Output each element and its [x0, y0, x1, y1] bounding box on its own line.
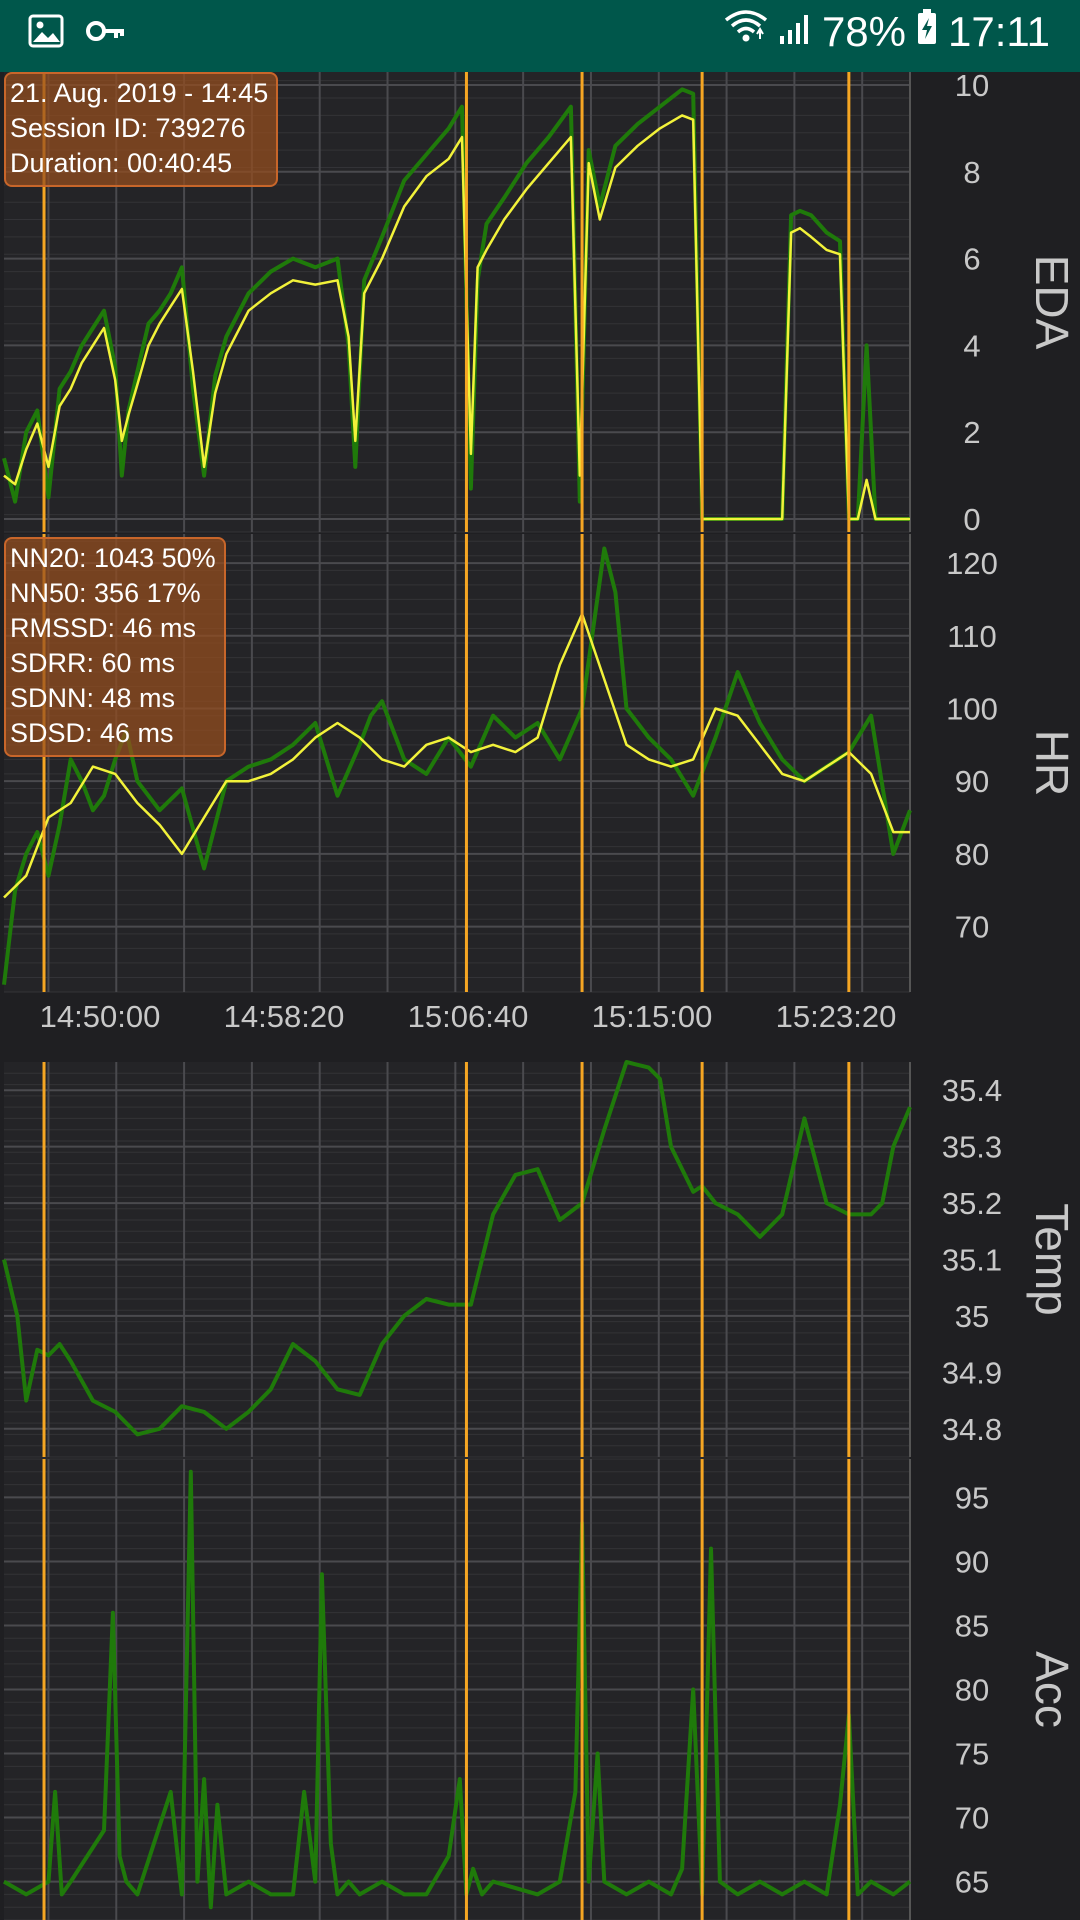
wifi-icon — [724, 8, 768, 56]
tick-label: 34.8 — [942, 1412, 1002, 1447]
clock: 17:11 — [948, 8, 1050, 55]
session-id: Session ID: 739276 — [10, 113, 246, 143]
tick-label: 80 — [955, 837, 989, 872]
tick-label: 8 — [963, 155, 980, 190]
tick-label: 35.1 — [942, 1243, 1002, 1278]
tick-label: 35.4 — [942, 1073, 1002, 1108]
tick-label: 35.2 — [942, 1186, 1002, 1221]
axis-title-acc: Acc — [1026, 1651, 1078, 1728]
tick-label: 90 — [955, 1544, 989, 1579]
session-charts: 0 2 4 6 8 10 EDA 70 80 90 100 110 120 HR 34.8 34.9 35 35.… — [0, 72, 1080, 1920]
tick-label: 6 — [963, 242, 980, 277]
tick-label: 34.9 — [942, 1355, 1002, 1390]
stat-rmssd: RMSSD: 46 ms — [10, 613, 197, 643]
stat-nn20: NN20: 1043 50% — [10, 543, 216, 573]
tick-label: 70 — [955, 910, 989, 945]
tick-label: 70 — [955, 1801, 989, 1836]
time-axis-label: 15:23:20 — [776, 999, 897, 1034]
axis-title-eda: EDA — [1026, 255, 1078, 350]
tick-label: 95 — [955, 1480, 989, 1515]
hrv-stats-box: NN20: 1043 50% NN50: 356 17% RMSSD: 46 m… — [4, 537, 226, 757]
battery-percent: 78% — [821, 8, 906, 55]
tick-label: 35.3 — [942, 1130, 1002, 1165]
image-icon — [28, 14, 64, 53]
stat-sdnn: SDNN: 48 ms — [10, 683, 176, 713]
time-axis-label: 15:15:00 — [592, 999, 713, 1034]
tick-label: 2 — [963, 415, 980, 450]
tick-label: 80 — [955, 1673, 989, 1708]
tick-label: 35 — [955, 1299, 989, 1334]
battery-charging-icon — [916, 8, 938, 56]
status-bar: 78% 17:11 — [0, 0, 1080, 72]
status-left-icons — [28, 14, 126, 53]
stat-nn50: NN50: 356 17% — [10, 578, 201, 608]
time-axis-label: 14:50:00 — [40, 999, 161, 1034]
tick-label: 90 — [955, 764, 989, 799]
tick-label: 100 — [946, 691, 998, 726]
tick-label: 4 — [963, 328, 980, 363]
session-duration: Duration: 00:40:45 — [10, 148, 233, 178]
time-axis-label: 15:06:40 — [408, 999, 529, 1034]
tick-label: 110 — [947, 619, 996, 654]
stat-sdsd: SDSD: 46 ms — [10, 718, 174, 748]
charts-canvas: 0 2 4 6 8 10 EDA 70 80 90 100 110 120 HR 34.8 34.9 35 35.… — [2, 72, 1078, 1920]
tick-label: 120 — [946, 546, 998, 581]
time-axis-label: 14:58:20 — [224, 999, 345, 1034]
stat-sdrr: SDRR: 60 ms — [10, 648, 176, 678]
tick-label: 10 — [955, 72, 989, 103]
tick-label: 0 — [963, 502, 980, 537]
tick-label: 85 — [955, 1608, 989, 1643]
session-date: 21. Aug. 2019 - 14:45 — [10, 78, 269, 108]
tick-label: 75 — [955, 1737, 989, 1772]
axis-title-temp: Temp — [1026, 1203, 1078, 1315]
tick-label: 65 — [955, 1865, 989, 1900]
status-right: 78% 17:11 — [724, 8, 1050, 56]
axis-title-hr: HR — [1026, 730, 1078, 796]
key-icon — [86, 20, 126, 47]
signal-icon — [778, 8, 812, 56]
session-info-box: 21. Aug. 2019 - 14:45 Session ID: 739276… — [4, 72, 279, 187]
